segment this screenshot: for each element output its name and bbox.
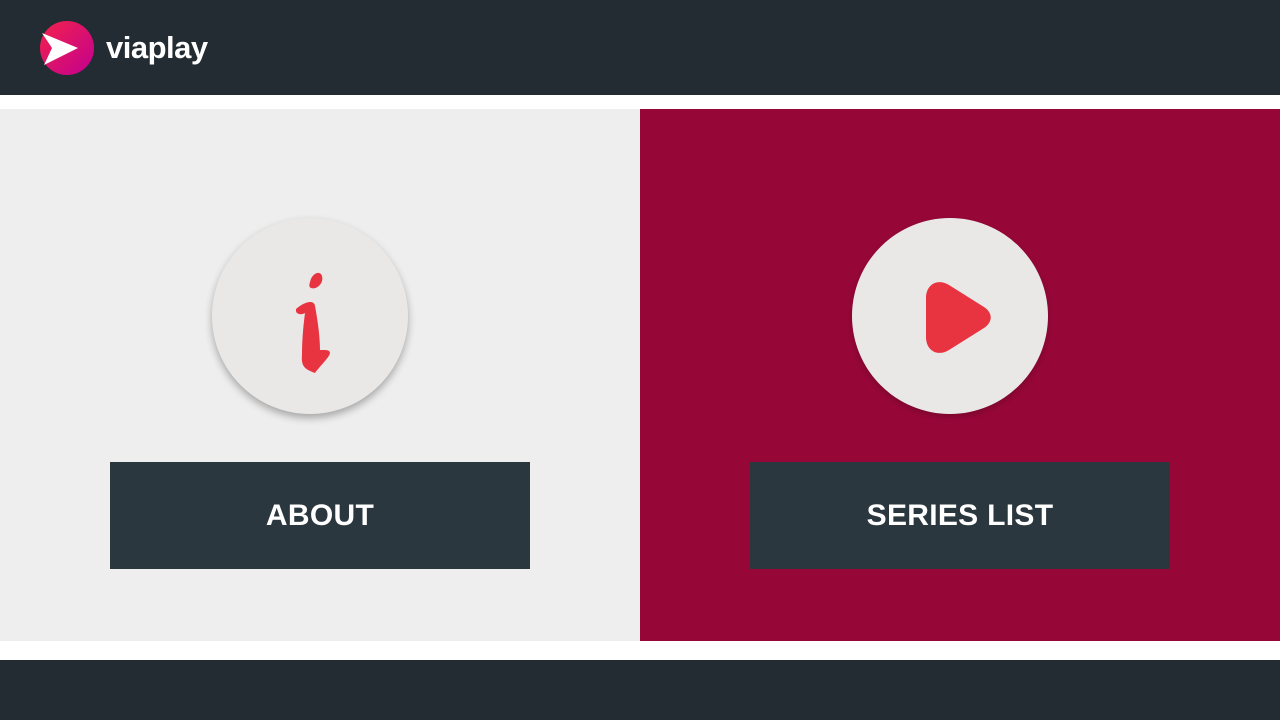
viaplay-logo[interactable]: viaplay [40, 20, 208, 75]
series-list-icon-circle[interactable] [852, 218, 1048, 414]
series-list-panel[interactable]: SERIES LIST [640, 109, 1280, 641]
about-icon-circle[interactable] [212, 218, 408, 414]
brand-name: viaplay [106, 30, 208, 65]
about-panel[interactable]: ABOUT [0, 109, 640, 641]
top-bar: viaplay [0, 0, 1280, 95]
footer-bar [0, 660, 1280, 720]
about-button[interactable]: ABOUT [110, 462, 530, 569]
series-list-button[interactable]: SERIES LIST [750, 462, 1170, 569]
info-icon [295, 272, 330, 373]
play-icon [926, 282, 991, 353]
viaplay-logo-icon [40, 20, 94, 75]
